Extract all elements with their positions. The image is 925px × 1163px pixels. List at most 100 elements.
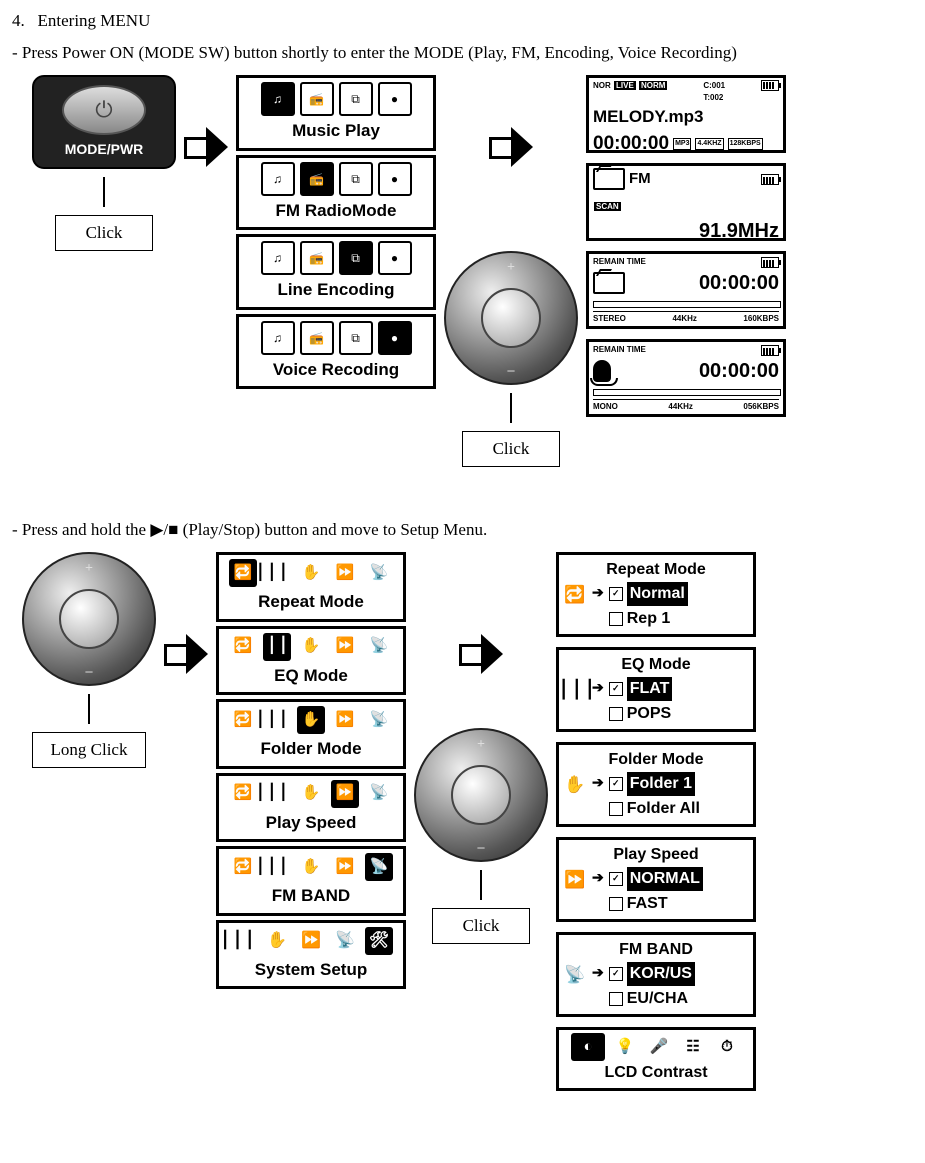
radio-icon: 📻: [300, 241, 334, 275]
setup-item-folder[interactable]: 🔁 ▏▏▏ ✋ ⏩ 📡 Folder Mode: [216, 699, 406, 769]
arrow-small-icon: ➔: [592, 867, 604, 888]
folder-icon: ✋: [297, 853, 325, 881]
mode-result-column: NOR LIVE NORM C:001 T:002 MELODY.mp3 00:…: [586, 75, 786, 417]
eq-icon: ▏▏▏: [263, 853, 291, 881]
mode-item-label: Music Play: [292, 118, 380, 144]
folder-icon: ✋: [263, 927, 291, 955]
fm-label: FM: [629, 168, 651, 191]
screen-repeat: Repeat Mode 🔁 ➔ ✓Normal Rep 1: [556, 552, 756, 637]
speed-icon: ⏩: [331, 559, 359, 587]
counter-c: C:001: [703, 81, 725, 90]
figure-mode: ⏻ MODE/PWR Click ♫ 📻 ⧉ ● Music Play ♫ 📻 …: [12, 75, 913, 467]
sat-icon: 📡: [365, 706, 393, 734]
screen-title: Repeat Mode: [563, 558, 749, 582]
mode-item-line[interactable]: ♫ 📻 ⧉ ● Line Encoding: [236, 234, 436, 310]
mode-button-column: ⏻ MODE/PWR Click: [32, 75, 176, 251]
mode-item-music[interactable]: ♫ 📻 ⧉ ● Music Play: [236, 75, 436, 151]
opt-selected: FLAT: [627, 677, 673, 701]
figure-setup: Long Click 🔁 ▏▏▏ ✋ ⏩ 📡 Repeat Mode 🔁 ▏▏▏…: [12, 552, 913, 1091]
line-khz: 44KHz: [672, 313, 696, 325]
mp3-tag: MP3: [673, 138, 691, 151]
mode-item-voice[interactable]: ♫ 📻 ⧉ ● Voice Recoding: [236, 314, 436, 390]
voice-time: 00:00:00: [699, 356, 779, 386]
mode-item-label: Voice Recoding: [273, 357, 399, 383]
tape-icon: ⧉: [339, 82, 373, 116]
progress-bar: [593, 389, 781, 396]
level-icon: ☷: [679, 1033, 707, 1061]
mic-icon: ●: [378, 241, 412, 275]
opt-other: POPS: [627, 702, 671, 726]
sat-icon: 📡: [365, 853, 393, 881]
check-icon: [609, 707, 623, 721]
eq-icon: ▏▏▏: [263, 633, 291, 661]
progress-bar: [593, 301, 781, 308]
setup-result-column: Repeat Mode 🔁 ➔ ✓Normal Rep 1 EQ Mode ▏▏…: [556, 552, 756, 1091]
power-icon: ⏻: [62, 85, 146, 135]
tape-icon: ⧉: [339, 162, 373, 196]
arrow-icon: [489, 125, 533, 165]
kbps-tag: 128KBPS: [728, 138, 763, 151]
section-heading: 4. Entering MENU: [12, 8, 913, 34]
jog-wheel[interactable]: [414, 728, 548, 862]
radio-icon: [593, 168, 625, 190]
screen-folder: Folder Mode ✋ ➔ ✓Folder 1 Folder All: [556, 742, 756, 827]
screen-fm: FM SCAN 91.9MHz: [586, 163, 786, 241]
speed-icon: ⏩: [563, 867, 587, 893]
setup-item-speed[interactable]: 🔁 ▏▏▏ ✋ ⏩ 📡 Play Speed: [216, 773, 406, 843]
voice-kbps: 056KBPS: [743, 401, 779, 413]
mono-label: MONO: [593, 401, 618, 413]
jog-wheel[interactable]: [22, 552, 156, 686]
jog-wheel[interactable]: [444, 251, 578, 385]
screen-title: Folder Mode: [563, 748, 749, 772]
mode-pwr-button[interactable]: ⏻ MODE/PWR: [32, 75, 176, 169]
repeat-icon: 🔁: [563, 582, 587, 608]
screen-title: FM BAND: [563, 938, 749, 962]
opt-other: Folder All: [627, 797, 700, 821]
tape-icon: ⧉: [339, 321, 373, 355]
click-label: Click: [462, 431, 561, 467]
setup-label: EQ Mode: [223, 663, 399, 689]
pointer-line: [103, 177, 105, 207]
line-kbps: 160KBPS: [743, 313, 779, 325]
check-icon: [609, 802, 623, 816]
mic-off-icon: 🎤: [645, 1033, 673, 1061]
opt-selected: KOR/US: [627, 962, 695, 986]
norm-tag: NORM: [639, 81, 667, 90]
speed-icon: ⏩: [297, 927, 325, 955]
repeat-icon: 🔁: [229, 853, 257, 881]
setup-item-repeat[interactable]: 🔁 ▏▏▏ ✋ ⏩ 📡 Repeat Mode: [216, 552, 406, 622]
setup-item-eq[interactable]: 🔁 ▏▏▏ ✋ ⏩ 📡 EQ Mode: [216, 626, 406, 696]
setup-item-fmband[interactable]: 🔁 ▏▏▏ ✋ ⏩ 📡 FM BAND: [216, 846, 406, 916]
check-icon: ✓: [609, 872, 623, 886]
screen-line: REMAIN TIME 00:00:00 STEREO 44KHz 160KBP…: [586, 251, 786, 329]
mode-item-label: Line Encoding: [277, 277, 394, 303]
speed-icon: ⏩: [331, 633, 359, 661]
counter-t: T:002: [703, 93, 723, 102]
nor-tag: NOR: [593, 81, 611, 90]
screen-music-play: NOR LIVE NORM C:001 T:002 MELODY.mp3 00:…: [586, 75, 786, 153]
click-label: Click: [55, 215, 154, 251]
speed-icon: ⏩: [331, 706, 359, 734]
setup-label: System Setup: [223, 957, 399, 983]
check-icon: ✓: [609, 587, 623, 601]
screen-title: Play Speed: [563, 843, 749, 867]
eq-icon: ▏▏▏: [263, 706, 291, 734]
setup-label: Folder Mode: [223, 736, 399, 762]
folder-icon: ✋: [563, 772, 587, 798]
screen-eq: EQ Mode ▏▏▏ ➔ ✓FLAT POPS: [556, 647, 756, 732]
mode-item-label: FM RadioMode: [276, 198, 397, 224]
tape-icon: [593, 272, 625, 294]
check-icon: ✓: [609, 967, 623, 981]
mode-item-fm[interactable]: ♫ 📻 ⧉ ● FM RadioMode: [236, 155, 436, 231]
battery-icon: [761, 257, 779, 268]
check-icon: [609, 612, 623, 626]
setup-item-system[interactable]: ▏▏▏ ✋ ⏩ 📡 🛠 System Setup: [216, 920, 406, 990]
scan-tag: SCAN: [594, 202, 621, 211]
tool-icon: 🛠: [365, 927, 393, 955]
pointer-line: [88, 694, 90, 724]
khz-tag: 4.4KHZ: [695, 138, 723, 151]
music-icon: ♫: [261, 82, 295, 116]
mode-menu-column: ♫ 📻 ⧉ ● Music Play ♫ 📻 ⧉ ● FM RadioMode …: [236, 75, 436, 389]
sat-icon: 📡: [365, 633, 393, 661]
mic-icon: ●: [378, 82, 412, 116]
